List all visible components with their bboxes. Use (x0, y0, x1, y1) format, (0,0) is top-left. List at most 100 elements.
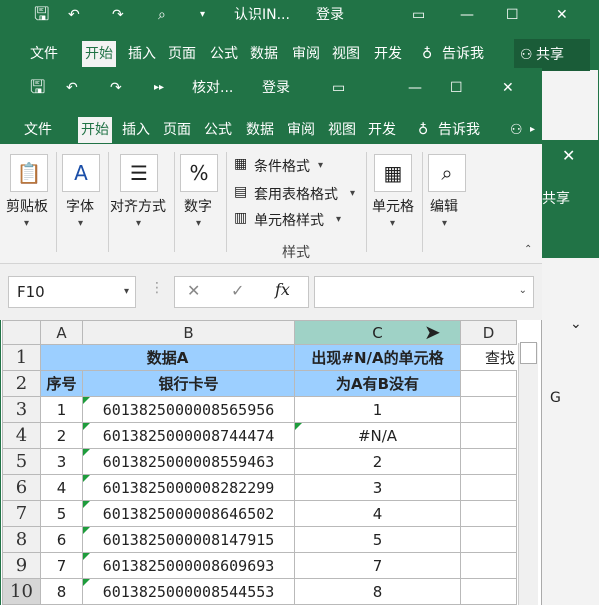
font-color-icon[interactable]: A (62, 154, 100, 192)
fg-scroll-right-icon[interactable]: ▸ (530, 117, 535, 143)
alignment-button[interactable]: 对齐方式 (110, 196, 166, 216)
row-header[interactable]: 2 (2, 370, 41, 397)
print-preview-icon[interactable]: ⌕ (158, 0, 166, 30)
cell-index[interactable]: 4 (40, 474, 83, 501)
number-dropdown-icon[interactable]: ▾ (196, 218, 201, 229)
cell-index[interactable]: 6 (40, 526, 83, 553)
scrollbar-thumb[interactable] (520, 342, 537, 364)
tab-view[interactable]: 视图 (328, 117, 356, 143)
header-a-not-b[interactable]: 为A有B没有 (294, 370, 461, 397)
header-index[interactable]: 序号 (40, 370, 83, 397)
cells-icon[interactable]: ▦ (374, 154, 412, 192)
cell-d[interactable] (460, 474, 517, 501)
fg-redo-icon[interactable]: ↷ (110, 73, 122, 103)
alignment-dropdown-icon[interactable]: ▾ (136, 218, 141, 229)
row-header[interactable]: 6 (2, 474, 41, 501)
formula-bar-grip-icon[interactable]: ⋮ (150, 280, 164, 296)
enter-icon[interactable]: ✓ (231, 281, 244, 300)
cell-index[interactable]: 3 (40, 448, 83, 475)
cell-d1[interactable]: 查找 (460, 344, 517, 371)
clipboard-button[interactable]: 剪贴板 (6, 196, 48, 216)
cell-style-button[interactable]: 单元格样式 (254, 210, 324, 230)
cell-index[interactable]: 2 (40, 422, 83, 449)
number-button[interactable]: 数字 (184, 196, 212, 216)
fg-save-icon[interactable]: 🖫 (30, 73, 45, 103)
row-header[interactable]: 7 (2, 500, 41, 527)
cell-index[interactable]: 8 (40, 578, 83, 605)
cells-dropdown-icon[interactable]: ▾ (390, 218, 395, 229)
bg-tab-layout[interactable]: 页面 (168, 41, 196, 67)
bg-tab-insert[interactable]: 插入 (128, 41, 156, 67)
editing-button[interactable]: 编辑 (430, 196, 458, 216)
cell-index[interactable]: 5 (40, 500, 83, 527)
partial-close-icon[interactable]: ✕ (562, 146, 575, 165)
cell-result[interactable]: 2 (294, 448, 461, 475)
column-header-b[interactable]: B (82, 320, 295, 345)
name-box[interactable]: F10 ▾ (8, 276, 136, 308)
font-dropdown-icon[interactable]: ▾ (78, 218, 83, 229)
cell-d[interactable] (460, 500, 517, 527)
fg-ribbon-display-icon[interactable]: ▭ (332, 73, 345, 103)
percent-icon[interactable]: % (180, 154, 218, 192)
fg-maximize-icon[interactable]: ☐ (450, 73, 463, 103)
tab-insert[interactable]: 插入 (122, 117, 150, 143)
header-na-cells[interactable]: 出现#N/A的单元格 (294, 344, 461, 371)
close-icon[interactable]: ✕ (556, 0, 568, 30)
column-header-a[interactable]: A (40, 320, 83, 345)
clipboard-icon[interactable]: 📋 (10, 154, 48, 192)
tab-home[interactable]: 开始 (78, 117, 112, 143)
tab-formulas[interactable]: 公式 (204, 117, 232, 143)
row-header[interactable]: 8 (2, 526, 41, 553)
ribbon-display-icon[interactable]: ▭ (412, 0, 425, 30)
expand-formula-icon[interactable]: ⌄ (519, 285, 527, 296)
row-header[interactable]: 3 (2, 396, 41, 423)
cell-card-number[interactable]: 6013825000008282299 (82, 474, 295, 501)
row-header[interactable]: 9 (2, 552, 41, 579)
header-bank-card[interactable]: 银行卡号 (82, 370, 295, 397)
bg-tab-developer[interactable]: 开发 (374, 41, 402, 67)
editing-dropdown-icon[interactable]: ▾ (442, 218, 447, 229)
bg-tab-formulas[interactable]: 公式 (210, 41, 238, 67)
cell-style-dropdown-icon[interactable]: ▾ (336, 214, 341, 225)
bg-tab-home[interactable]: 开始 (82, 41, 116, 67)
conditional-format-button[interactable]: 条件格式 (254, 156, 310, 176)
fg-minimize-icon[interactable]: — (408, 73, 422, 103)
header-data-a[interactable]: 数据A (40, 344, 295, 371)
table-format-dropdown-icon[interactable]: ▾ (350, 188, 355, 199)
cells-button[interactable]: 单元格 (372, 196, 414, 216)
bg-tab-file[interactable]: 文件 (30, 41, 58, 67)
cell-d[interactable] (460, 396, 517, 423)
cell-d[interactable] (460, 552, 517, 579)
redo-icon[interactable]: ↷ (112, 0, 124, 30)
cell-result[interactable]: 8 (294, 578, 461, 605)
fg-qat-more-icon[interactable]: ▸▸ (154, 73, 164, 103)
maximize-icon[interactable]: ☐ (506, 0, 519, 30)
vertical-scrollbar[interactable] (518, 343, 538, 605)
name-box-dropdown-icon[interactable]: ▾ (124, 277, 129, 307)
fg-undo-icon[interactable]: ↶ (66, 73, 78, 103)
tab-data[interactable]: 数据 (246, 117, 274, 143)
cell-result[interactable]: 4 (294, 500, 461, 527)
cell-d[interactable] (460, 448, 517, 475)
insert-function-icon[interactable]: fx (275, 280, 290, 299)
conditional-format-dropdown-icon[interactable]: ▾ (318, 160, 323, 171)
row-header[interactable]: 5 (2, 448, 41, 475)
cell-card-number[interactable]: 6013825000008544553 (82, 578, 295, 605)
cell-d[interactable] (460, 422, 517, 449)
bg-lightbulb-icon[interactable]: ♁ (422, 41, 432, 67)
fg-close-icon[interactable]: ✕ (502, 73, 514, 103)
select-all-corner[interactable] (2, 320, 41, 345)
row-header[interactable]: 4 (2, 422, 41, 449)
fg-person-icon[interactable]: ⚇ (510, 117, 523, 143)
cell-index[interactable]: 7 (40, 552, 83, 579)
tab-file[interactable]: 文件 (24, 117, 52, 143)
align-icon[interactable]: ☰ (120, 154, 158, 192)
cell-card-number[interactable]: 6013825000008559463 (82, 448, 295, 475)
font-button[interactable]: 字体 (66, 196, 94, 216)
row-header[interactable]: 10 (2, 578, 41, 605)
cell-card-number[interactable]: 6013825000008609693 (82, 552, 295, 579)
undo-icon[interactable]: ↶ (68, 0, 80, 30)
cell-result[interactable]: 5 (294, 526, 461, 553)
background-share-button[interactable]: ⚇ 共享 (514, 39, 590, 71)
cell-card-number[interactable]: 6013825000008565956 (82, 396, 295, 423)
